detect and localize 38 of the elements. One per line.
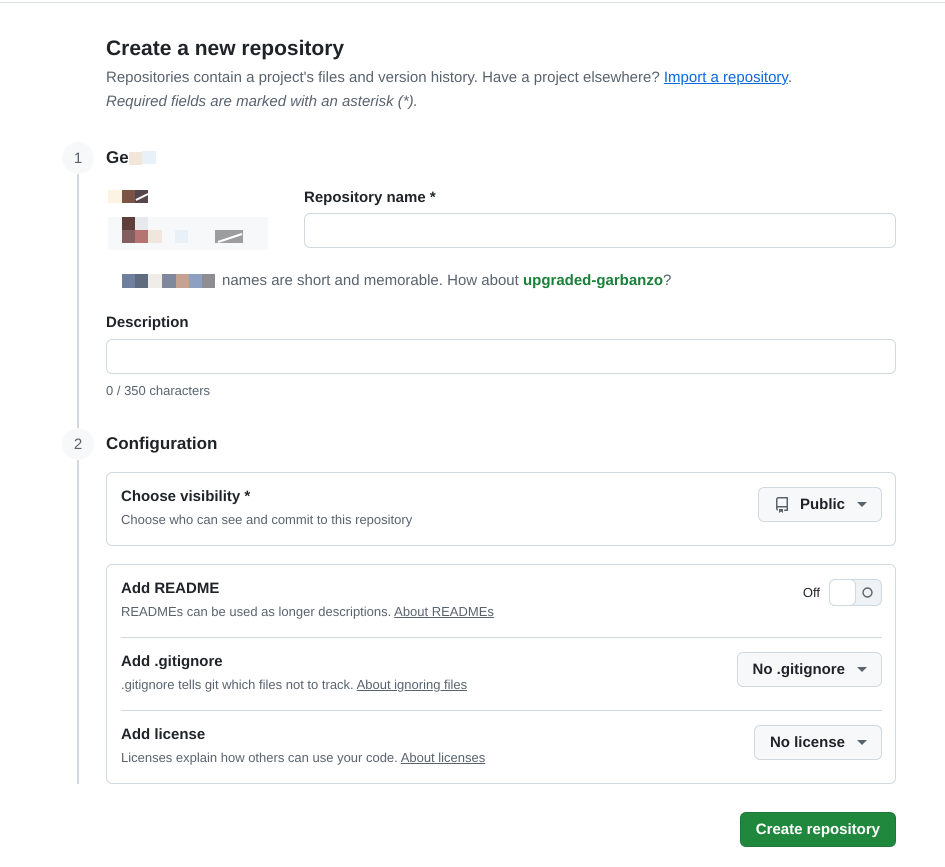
step-heading: Configuration bbox=[106, 433, 218, 455]
description-input[interactable] bbox=[106, 339, 896, 374]
help-link[interactable]: About ignoring files bbox=[356, 677, 468, 692]
page-title: Create a new repository bbox=[106, 36, 346, 62]
step-number: 1 bbox=[62, 142, 94, 174]
toggle-switch[interactable] bbox=[829, 579, 882, 606]
book-icon bbox=[774, 496, 790, 512]
step-heading: Ge bbox=[106, 147, 129, 169]
setting-title: Choose visibility * bbox=[121, 487, 252, 507]
intro-text: Repositories contain a project's files and version history. Have a project elsewhere? Import a repository. bbox=[106, 68, 793, 88]
caret-icon bbox=[857, 740, 867, 745]
setting-title: Add .gitignore bbox=[121, 652, 224, 672]
help-link[interactable]: About READMEs bbox=[394, 604, 494, 619]
setting-description: .gitignore tells git which files not to track. About ignoring files bbox=[121, 676, 468, 694]
required-note: Required fields are marked with an asterisk (*). bbox=[106, 92, 419, 112]
setting-description: READMEs can be used as longer descriptions. About READMEs bbox=[121, 603, 494, 621]
setting-title: Add README bbox=[121, 579, 220, 599]
mosaic-redaction-drawing bbox=[128, 151, 156, 165]
help-link[interactable]: About licenses bbox=[400, 750, 486, 765]
name-suggestion-link[interactable]: upgraded-garbanzo bbox=[523, 272, 664, 289]
field-label: Description bbox=[106, 313, 190, 333]
create-repository-button[interactable]: Create repository bbox=[740, 812, 896, 847]
setting-description: Choose who can see and commit to this repository bbox=[121, 511, 412, 529]
dropdown-button[interactable]: No license bbox=[754, 725, 882, 760]
step-number: 2 bbox=[62, 428, 94, 460]
toggle-state-label: Off bbox=[802, 585, 820, 600]
dropdown-button[interactable]: Public bbox=[758, 487, 882, 522]
caret-icon bbox=[857, 502, 867, 507]
repository-name-input[interactable] bbox=[304, 213, 896, 248]
circle-icon bbox=[862, 587, 873, 598]
setting-title: Add license bbox=[121, 725, 206, 745]
caret-icon bbox=[857, 667, 867, 672]
setting-description: Licenses explain how others can use your code. About licenses bbox=[121, 749, 486, 767]
field-label: Repository name * bbox=[304, 188, 437, 208]
name-hint: names are short and memorable. How about upgraded-garbanzo? bbox=[222, 271, 672, 291]
character-counter: 0 / 350 characters bbox=[106, 382, 212, 400]
dropdown-button[interactable]: No .gitignore bbox=[736, 652, 882, 687]
import-repository-link[interactable]: Import a repository bbox=[664, 69, 788, 86]
